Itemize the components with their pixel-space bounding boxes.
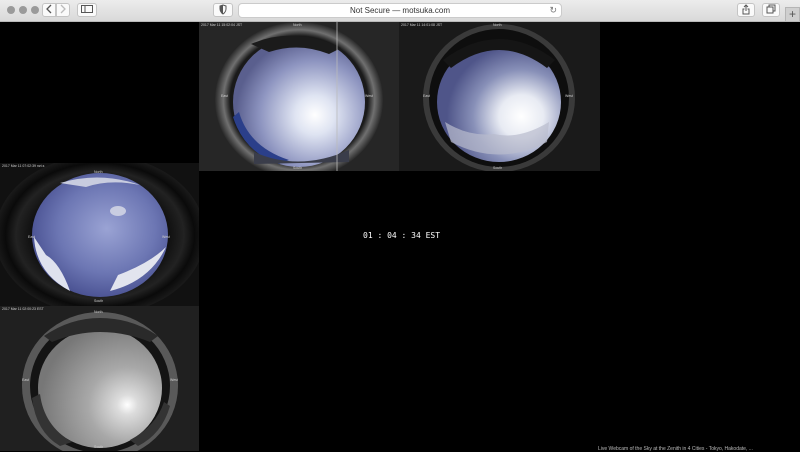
camera-2-north: North <box>493 23 502 27</box>
sky-camera-3[interactable]: 2017 Mar 11 07:02:39 nzt.s North East We… <box>0 163 199 306</box>
reload-icon[interactable]: ↻ <box>549 4 557 17</box>
zoom-window-button[interactable] <box>31 6 39 14</box>
share-icon[interactable] <box>737 3 755 17</box>
address-text: Not Secure — motsuka.com <box>349 6 451 15</box>
camera-4-timestamp: 2017 Mar 11 02:00:23 EST <box>2 307 44 311</box>
sky-camera-1[interactable]: 2017 Mar 11 15:02:04 JST North South Eas… <box>199 22 399 171</box>
camera-1-west: West <box>365 94 373 98</box>
camera-2-timestamp: 2017 Mar 11 14:01:08 JST <box>401 23 443 27</box>
sky-camera-2[interactable]: 2017 Mar 11 14:01:08 JST North South Eas… <box>399 22 600 171</box>
camera-2-west: West <box>565 94 573 98</box>
forward-icon[interactable] <box>56 3 70 17</box>
camera-4-west: West <box>170 378 178 382</box>
browser-toolbar: Not Secure — motsuka.com ↻ + <box>0 0 800 22</box>
camera-3-east: East <box>28 235 36 239</box>
page-footer-text: Live Webcam of the Sky at the Zenith in … <box>598 446 753 452</box>
minimize-window-button[interactable] <box>19 6 27 14</box>
camera-3-timestamp: 2017 Mar 11 07:02:39 nzt.s <box>2 164 45 168</box>
camera-1-south: South <box>293 166 303 170</box>
camera-3-south: South <box>94 299 104 303</box>
tabs-icon[interactable] <box>762 3 780 17</box>
shield-icon[interactable] <box>213 3 233 17</box>
back-icon[interactable] <box>42 3 56 17</box>
camera-1-timestamp: 2017 Mar 11 15:02:04 JST <box>201 23 243 27</box>
clock-display: 01 : 04 : 34 EST <box>363 231 441 240</box>
camera-4-north: North <box>94 310 103 314</box>
camera-4-east: East <box>22 378 30 382</box>
camera-3-north: North <box>94 170 103 174</box>
sidebar-icon[interactable] <box>77 3 97 17</box>
close-window-button[interactable] <box>7 6 15 14</box>
camera-1-north: North <box>293 23 302 27</box>
camera-3-west: West <box>162 235 170 239</box>
plus-icon[interactable]: + <box>785 7 800 21</box>
camera-1-east: East <box>221 94 229 98</box>
sky-camera-4[interactable]: 2017 Mar 11 02:00:23 EST North East West… <box>0 306 199 451</box>
address-bar[interactable]: Not Secure — motsuka.com ↻ <box>238 3 562 18</box>
camera-2-south: South <box>493 166 503 170</box>
camera-4-south: South <box>94 445 104 449</box>
camera-2-east: East <box>423 94 431 98</box>
